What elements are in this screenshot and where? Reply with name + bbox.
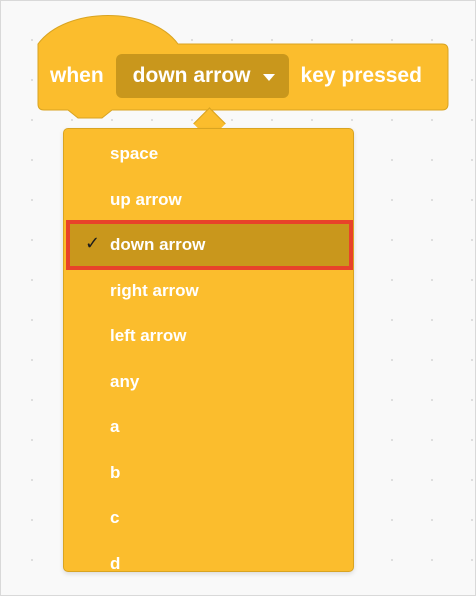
menu-item-label: a [110, 417, 120, 436]
menu-item-label: right arrow [110, 280, 199, 300]
menu-item[interactable]: up arrow [64, 179, 353, 221]
menu-item[interactable]: left arrow [64, 315, 353, 357]
menu-item[interactable]: any [64, 361, 353, 403]
when-key-pressed-block[interactable]: when down arrow key pressed [37, 14, 449, 120]
menu-item[interactable]: a [64, 406, 353, 448]
menu-item-label: b [110, 462, 121, 482]
menu-item[interactable]: right arrow [64, 270, 353, 312]
menu-item-label: up arrow [110, 189, 182, 209]
menu-item[interactable]: b [64, 452, 353, 494]
block-prefix-label: when [50, 64, 104, 87]
key-dropdown[interactable]: down arrow [115, 54, 289, 98]
menu-item-label: any [110, 371, 140, 391]
key-dropdown-value: down arrow [132, 64, 251, 87]
menu-item-label: left arrow [110, 326, 187, 345]
key-dropdown-menu: space up arrow ✓ down arrow right arrow left … [63, 128, 354, 572]
menu-item-label: space [110, 144, 159, 163]
menu-item[interactable]: d [64, 543, 353, 572]
menu-item-selected[interactable]: ✓ down arrow [66, 220, 353, 270]
caret-down-icon [262, 73, 275, 81]
check-icon: ✓ [85, 233, 101, 254]
menu-item[interactable]: c [64, 497, 353, 539]
menu-item-label: c [110, 508, 120, 527]
menu-item[interactable]: space [64, 133, 353, 175]
block-suffix-label: key pressed [300, 64, 422, 87]
menu-item-label: down arrow [110, 235, 206, 254]
menu-item-label: d [110, 553, 121, 572]
